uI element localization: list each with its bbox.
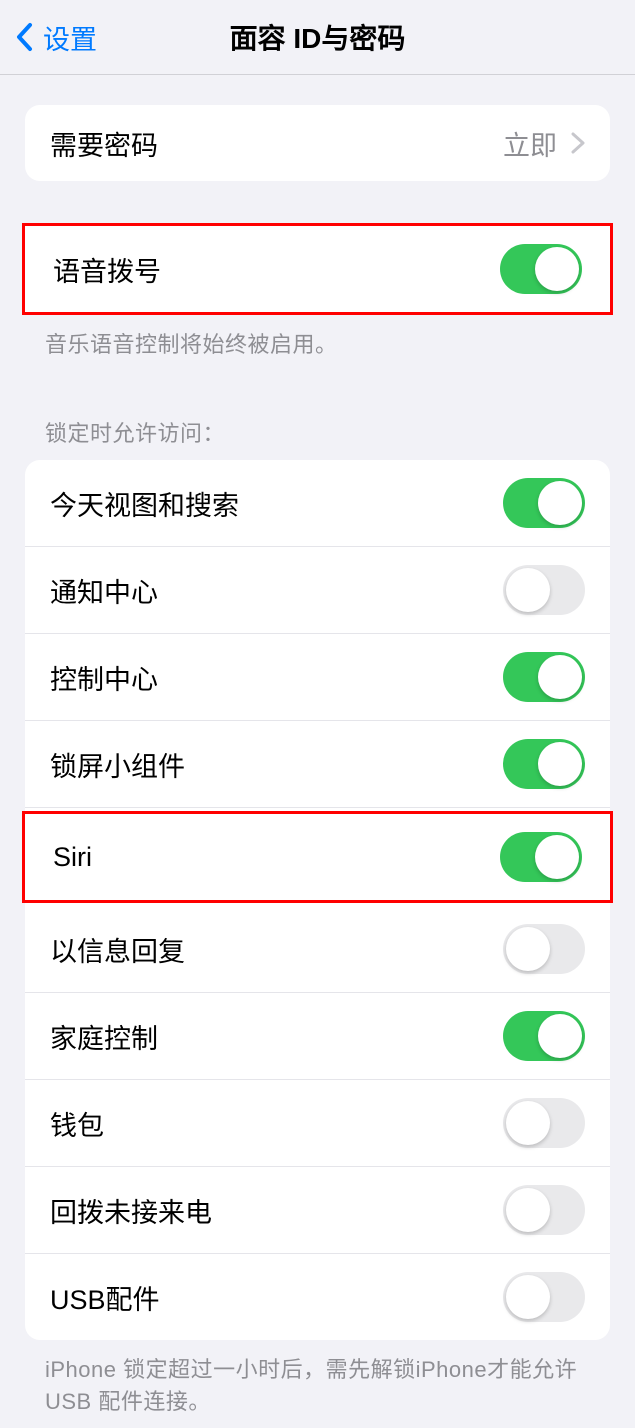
lock-access-toggle[interactable] [503, 1185, 585, 1235]
lock-access-label: 通知中心 [50, 571, 158, 610]
siri-highlight: Siri [22, 811, 613, 903]
lock-access-row: 家庭控制 [25, 993, 610, 1080]
lock-access-toggle[interactable] [503, 739, 585, 789]
lock-access-toggle[interactable] [503, 565, 585, 615]
require-passcode-value: 立即 [503, 124, 585, 163]
lock-access-label: 以信息回复 [50, 930, 185, 969]
lock-access-group: 今天视图和搜索通知中心控制中心锁屏小组件 Siri 以信息回复家庭控制钱包回拨未接来… [25, 460, 610, 1340]
back-button[interactable]: 设置 [0, 18, 97, 57]
lock-access-row: 通知中心 [25, 547, 610, 634]
lock-access-toggle[interactable] [503, 1011, 585, 1061]
lock-access-row: 以信息回复 [25, 906, 610, 993]
lock-access-toggle[interactable] [503, 1098, 585, 1148]
lock-access-label: 控制中心 [50, 658, 158, 697]
chevron-right-icon [571, 132, 585, 154]
voice-dial-footer: 音乐语音控制将始终被启用。 [0, 315, 635, 371]
lock-access-label: 钱包 [50, 1104, 104, 1143]
lock-access-row: USB配件 [25, 1254, 610, 1340]
lock-access-row: 回拨未接来电 [25, 1167, 610, 1254]
lock-access-label: USB配件 [50, 1278, 160, 1317]
require-passcode-row[interactable]: 需要密码 立即 [25, 105, 610, 181]
lock-access-row: 今天视图和搜索 [25, 460, 610, 547]
lock-access-row: 钱包 [25, 1080, 610, 1167]
lock-access-toggle[interactable] [500, 832, 582, 882]
voice-dial-toggle[interactable] [500, 244, 582, 294]
lock-access-label: 今天视图和搜索 [50, 484, 239, 523]
back-label: 设置 [43, 18, 97, 57]
voice-dial-highlight: 语音拨号 [22, 223, 613, 315]
page-title: 面容 ID与密码 [230, 17, 406, 57]
chevron-left-icon [15, 22, 33, 52]
lock-access-label: Siri [53, 842, 92, 873]
lock-access-footer: iPhone 锁定超过一小时后，需先解锁iPhone才能允许USB 配件连接。 [0, 1340, 635, 1428]
passcode-group: 需要密码 立即 [25, 105, 610, 181]
require-passcode-label: 需要密码 [50, 124, 158, 163]
lock-access-toggle[interactable] [503, 478, 585, 528]
lock-access-header: 锁定时允许访问： [0, 371, 635, 460]
lock-access-label: 回拨未接来电 [50, 1191, 212, 1230]
lock-access-toggle[interactable] [503, 1272, 585, 1322]
navigation-header: 设置 面容 ID与密码 [0, 0, 635, 75]
voice-dial-label: 语音拨号 [53, 250, 161, 289]
lock-access-row: 控制中心 [25, 634, 610, 721]
lock-access-toggle[interactable] [503, 652, 585, 702]
lock-access-label: 锁屏小组件 [50, 745, 185, 784]
lock-access-row: 锁屏小组件 [25, 721, 610, 808]
lock-access-toggle[interactable] [503, 924, 585, 974]
lock-access-label: 家庭控制 [50, 1017, 158, 1056]
voice-dial-row: 语音拨号 [25, 226, 610, 312]
lock-access-row: Siri [28, 814, 607, 900]
